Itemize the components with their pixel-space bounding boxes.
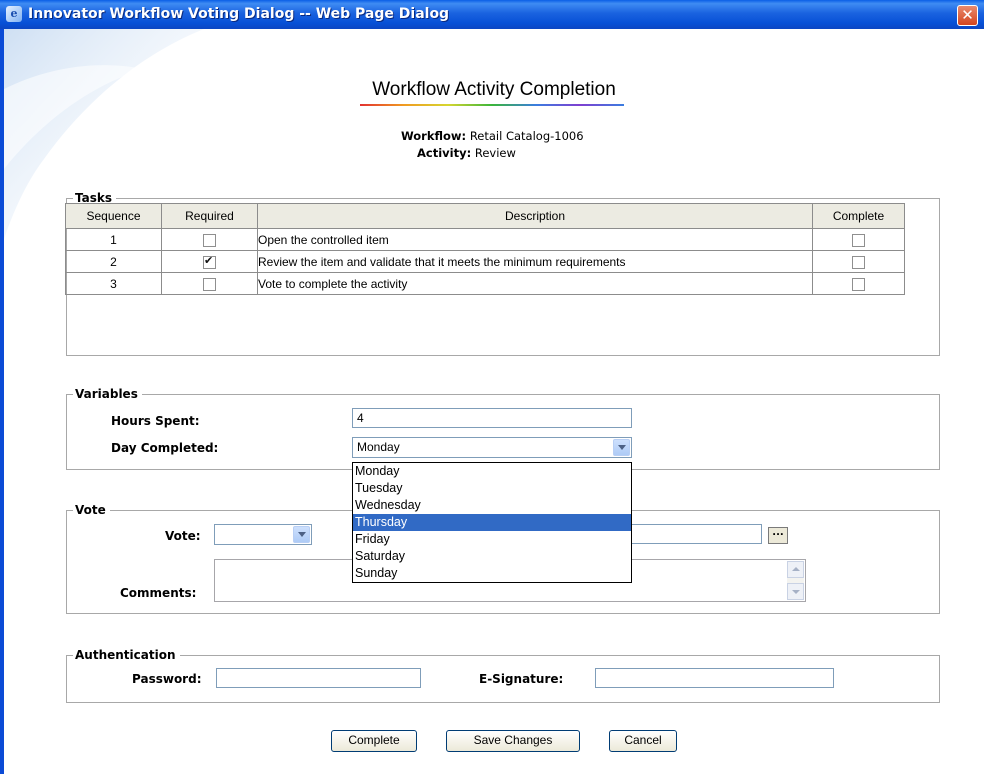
col-complete: Complete (812, 203, 905, 229)
day-completed-options[interactable]: Monday Tuesday Wednesday Thursday Friday… (352, 462, 632, 583)
complete-checkbox[interactable] (852, 277, 865, 291)
complete-checkbox[interactable] (852, 255, 865, 269)
page-heading: Workflow Activity Completion (372, 79, 616, 100)
activity-line: Activity: Review (417, 146, 516, 160)
option-sunday[interactable]: Sunday (353, 565, 631, 582)
table-header-row: Sequence Required Description Complete (65, 203, 905, 229)
row-sequence: 3 (65, 272, 162, 295)
window-title: Innovator Workflow Voting Dialog -- Web … (28, 6, 450, 22)
delegate-input[interactable] (630, 524, 762, 544)
option-friday[interactable]: Friday (353, 531, 631, 548)
save-changes-button[interactable]: Save Changes (446, 730, 580, 752)
comments-scrollbar[interactable] (787, 561, 804, 600)
chevron-down-icon[interactable] (613, 439, 630, 456)
row-description: Vote to complete the activity (257, 272, 813, 295)
option-saturday[interactable]: Saturday (353, 548, 631, 565)
activity-value: Review (474, 146, 516, 160)
complete-checkbox[interactable] (852, 233, 865, 247)
scroll-up-icon[interactable] (787, 561, 804, 578)
vote-select[interactable] (214, 524, 312, 545)
day-completed-select[interactable]: Monday (352, 437, 632, 458)
comments-label: Comments: (120, 586, 197, 600)
day-completed-label: Day Completed: (111, 441, 219, 455)
required-checkbox[interactable] (203, 233, 216, 247)
browse-button[interactable]: ... (768, 527, 788, 544)
workflow-label: Workflow: (401, 129, 467, 143)
table-row: 2 Review the item and validate that it m… (65, 250, 905, 273)
esignature-label: E-Signature: (479, 672, 564, 686)
option-wednesday[interactable]: Wednesday (353, 497, 631, 514)
chevron-down-icon[interactable] (293, 526, 310, 543)
hours-spent-label: Hours Spent: (111, 414, 200, 428)
vote-legend: Vote (75, 503, 106, 517)
tasks-table: Sequence Required Description Complete 1… (65, 203, 905, 295)
option-thursday[interactable]: Thursday (353, 514, 631, 531)
complete-button[interactable]: Complete (331, 730, 417, 752)
close-button[interactable]: ✕ (957, 5, 978, 26)
col-description: Description (257, 203, 813, 229)
workflow-line: Workflow: Retail Catalog-1006 (401, 129, 584, 143)
heading-underline (360, 104, 624, 106)
required-checkbox[interactable] (203, 277, 216, 291)
ellipsis-icon: ... (772, 527, 784, 538)
row-description: Review the item and validate that it mee… (257, 250, 813, 273)
row-sequence: 2 (65, 250, 162, 273)
table-row: 3 Vote to complete the activity (65, 272, 905, 295)
workflow-value: Retail Catalog-1006 (469, 129, 584, 143)
vote-label: Vote: (165, 529, 201, 543)
table-row: 1 Open the controlled item (65, 228, 905, 251)
row-description: Open the controlled item (257, 228, 813, 251)
activity-label: Activity: (417, 146, 472, 160)
title-bar: e Innovator Workflow Voting Dialog -- We… (0, 0, 984, 29)
scroll-down-icon[interactable] (787, 583, 804, 600)
option-monday[interactable]: Monday (353, 463, 631, 480)
cancel-button[interactable]: Cancel (609, 730, 677, 752)
option-tuesday[interactable]: Tuesday (353, 480, 631, 497)
authentication-legend: Authentication (75, 648, 176, 662)
row-sequence: 1 (65, 228, 162, 251)
ie-page-icon: e (6, 6, 22, 22)
col-sequence: Sequence (65, 203, 162, 229)
password-label: Password: (132, 672, 202, 686)
close-icon: ✕ (961, 6, 974, 24)
esignature-input[interactable] (595, 668, 834, 688)
col-required: Required (161, 203, 258, 229)
required-checkbox[interactable] (203, 254, 216, 269)
password-input[interactable] (216, 668, 421, 688)
hours-spent-input[interactable]: 4 (352, 408, 632, 428)
variables-legend: Variables (75, 387, 138, 401)
day-completed-value: Monday (357, 440, 400, 454)
